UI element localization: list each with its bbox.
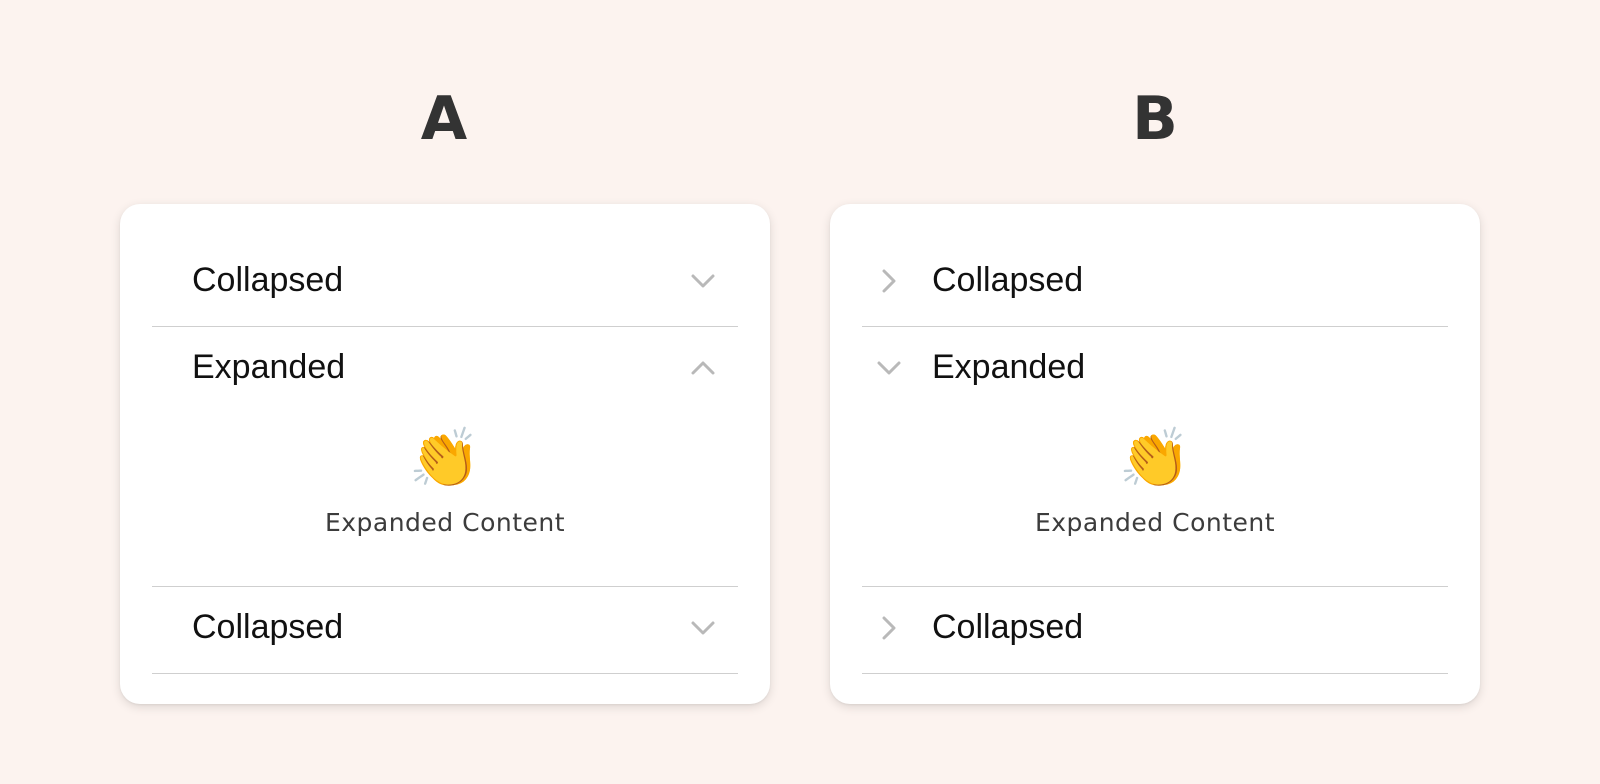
accordion-item: Collapsed: [862, 587, 1448, 674]
expanded-content-text: Expanded Content: [1034, 508, 1276, 537]
chevron-right-icon: [874, 266, 904, 296]
variant-a-title: A: [420, 84, 468, 154]
accordion-card-b: Collapsed Expanded 👏 Expanded Content Co…: [830, 204, 1480, 704]
accordion-content: 👏 Expanded Content: [152, 423, 738, 539]
accordion-content: 👏 Expanded Content: [862, 423, 1448, 539]
chevron-up-icon: [688, 353, 718, 383]
accordion-item: Expanded 👏 Expanded Content: [862, 327, 1448, 587]
accordion-item-label: Expanded: [192, 348, 346, 386]
chevron-down-icon: [874, 353, 904, 383]
expanded-content-text: Expanded Content: [324, 508, 566, 537]
accordion-header-collapsed[interactable]: Collapsed: [152, 240, 738, 327]
variant-b-title: B: [1132, 84, 1178, 154]
accordion-item-label: Collapsed: [192, 608, 344, 646]
accordion-card-a: Collapsed Expanded 👏 Expanded Content Co…: [120, 204, 770, 704]
chevron-down-icon: [688, 266, 718, 296]
accordion-header-expanded[interactable]: Expanded: [152, 327, 738, 414]
accordion-item: Expanded 👏 Expanded Content: [152, 327, 738, 587]
accordion-item-label: Collapsed: [932, 608, 1084, 646]
accordion-item-label: Collapsed: [192, 261, 344, 299]
accordion-header-collapsed[interactable]: Collapsed: [152, 587, 738, 674]
accordion-header-collapsed[interactable]: Collapsed: [862, 587, 1448, 674]
accordion-item-label: Expanded: [932, 348, 1086, 386]
accordion-item: Collapsed: [152, 240, 738, 327]
chevron-down-icon: [688, 613, 718, 643]
accordion-item: Collapsed: [862, 240, 1448, 327]
accordion-header-expanded[interactable]: Expanded: [862, 327, 1448, 414]
clapping-hands-icon: 👏: [1118, 424, 1192, 492]
clapping-hands-icon: 👏: [408, 424, 482, 492]
accordion-item-label: Collapsed: [932, 261, 1084, 299]
accordion-header-collapsed[interactable]: Collapsed: [862, 240, 1448, 327]
accordion-item: Collapsed: [152, 587, 738, 674]
chevron-right-icon: [874, 613, 904, 643]
